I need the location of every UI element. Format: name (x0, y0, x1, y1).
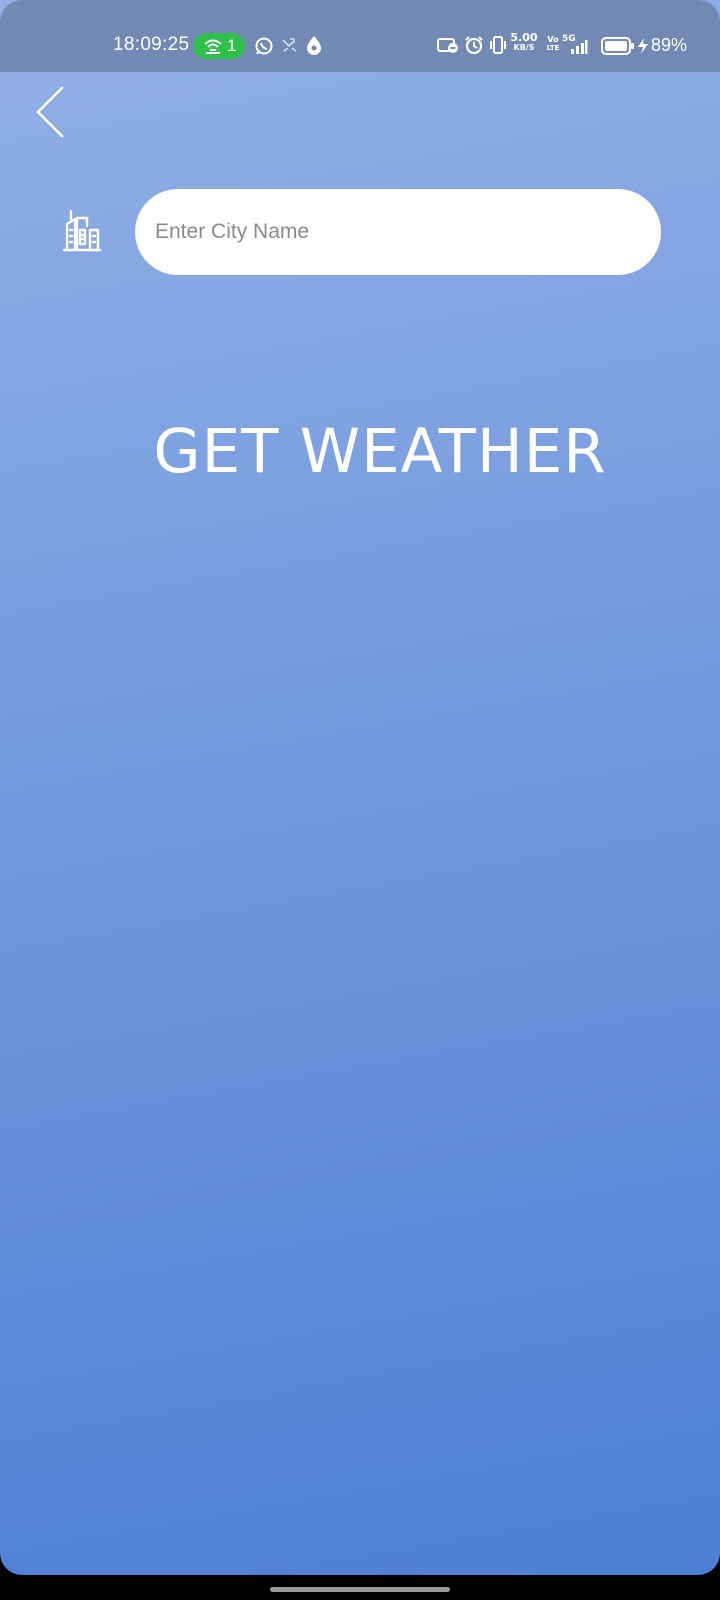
battery-icon (601, 37, 634, 55)
status-bar: 18:09:25 1 5.00 KB/S Vo LTE 5G 89% (0, 0, 720, 72)
home-indicator[interactable] (270, 1587, 450, 1592)
missed-call-icon (282, 38, 297, 52)
chevron-left-icon (36, 86, 64, 138)
network-speed-unit: KB/S (513, 43, 535, 52)
get-weather-button[interactable]: GET WEATHER (120, 412, 640, 492)
volte-bottom: LTE (546, 44, 560, 52)
charging-icon (638, 38, 648, 54)
hotspot-indicator: 1 (193, 33, 245, 59)
hotspot-count: 1 (227, 36, 237, 55)
screen-record-icon (437, 38, 458, 53)
notification-drop-icon (307, 36, 321, 55)
volte-indicator: Vo LTE (546, 35, 560, 53)
signal-icon (571, 40, 588, 54)
whatsapp-icon (255, 37, 273, 55)
city-buildings-icon (62, 209, 102, 252)
back-button[interactable] (30, 86, 70, 138)
vibrate-icon (490, 36, 506, 54)
hotspot-icon (204, 39, 222, 54)
city-name-input[interactable] (135, 189, 661, 275)
weather-screen: 18:09:25 1 5.00 KB/S Vo LTE 5G 89% Enter… (0, 0, 720, 1575)
status-time: 18:09:25 (113, 34, 190, 55)
volte-top: Vo (547, 35, 559, 44)
battery-percent: 89% (651, 35, 688, 55)
alarm-icon (465, 36, 483, 55)
network-speed-value: 5.00 (510, 31, 538, 44)
network-speed: 5.00 KB/S (509, 31, 539, 53)
